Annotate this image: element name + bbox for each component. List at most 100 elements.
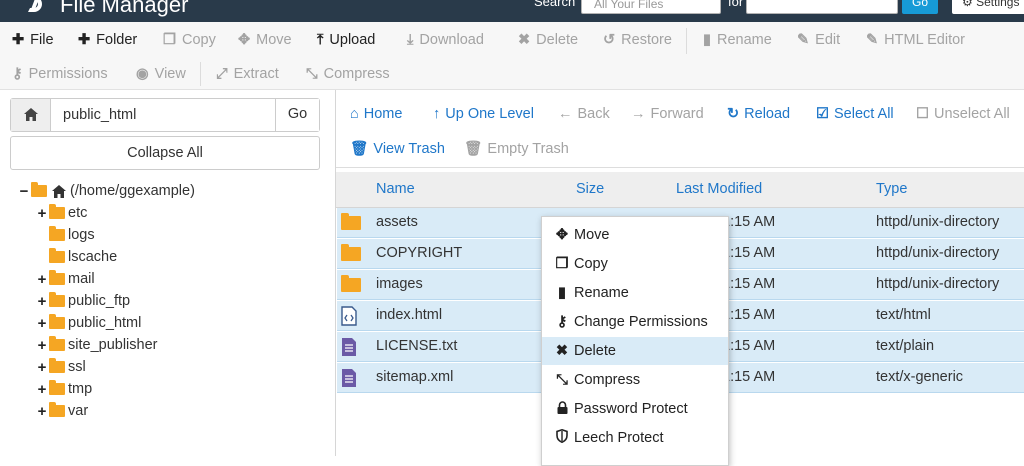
expand-toggle-icon[interactable]: +	[36, 403, 48, 420]
collapse-toggle-icon[interactable]: −	[18, 183, 30, 200]
folder-icon	[49, 226, 65, 241]
new-folder-button[interactable]: ✚ Folder	[78, 22, 137, 58]
tree-item-etc[interactable]: + etc	[36, 202, 87, 224]
context-menu-password-protect[interactable]: Password Protect	[542, 395, 728, 423]
expand-toggle-icon[interactable]: +	[36, 359, 48, 376]
lock-icon	[554, 400, 570, 418]
view-trash-button[interactable]: 🗑︎ View Trash	[350, 140, 445, 158]
copy-button[interactable]: ❐ Copy	[163, 22, 216, 58]
context-menu-label: Leech Protect	[574, 430, 664, 446]
expand-toggle-icon[interactable]: +	[36, 205, 48, 222]
nav-up-one-level-button[interactable]: ↑ Up One Level	[433, 106, 534, 122]
context-menu-copy[interactable]: ❐ Copy	[542, 250, 728, 278]
tree-item-public-html[interactable]: + public_html	[36, 312, 141, 334]
context-menu-label: Move	[574, 227, 610, 243]
settings-button[interactable]: ⚙ Settings	[952, 0, 1024, 14]
extract-label: Extract	[233, 65, 279, 82]
file-type: text/x-generic	[876, 369, 964, 385]
context-menu-move[interactable]: ✥ Move	[542, 221, 728, 249]
restore-button[interactable]: ↺ Restore	[603, 22, 672, 58]
key-icon: ⚷	[12, 65, 23, 82]
permissions-button[interactable]: ⚷ Permissions	[12, 58, 108, 89]
settings-label: Settings	[976, 0, 1020, 9]
upload-button[interactable]: ⤒ Upload	[317, 22, 375, 58]
nav-back-button[interactable]: ← Back	[558, 106, 610, 122]
download-button[interactable]: ⤓ Download	[407, 22, 484, 58]
extract-button[interactable]: ⤢ Extract	[216, 58, 279, 89]
tree-root[interactable]: − (/home/ggexample)	[18, 180, 195, 202]
expand-toggle-icon[interactable]: +	[36, 315, 48, 332]
context-menu-compress[interactable]: ⤡ Compress	[542, 366, 728, 394]
cpanel-logo-icon	[22, 0, 42, 12]
expand-toggle-icon[interactable]: +	[36, 337, 48, 354]
rename-button[interactable]: ▮ Rename	[703, 22, 772, 58]
file-table-header: Name Size Last Modified Type	[336, 172, 1024, 208]
path-go-button[interactable]: Go	[275, 99, 319, 131]
file-type: httpd/unix-directory	[876, 214, 1000, 230]
view-button[interactable]: ◉ View	[136, 58, 186, 89]
folder-icon	[49, 380, 65, 395]
context-menu-change-permissions[interactable]: ⚷ Change Permissions	[542, 308, 728, 336]
folder-icon	[49, 204, 65, 219]
search-label: Search	[534, 0, 576, 9]
home-path-button[interactable]	[11, 99, 51, 131]
nav-reload-button[interactable]: ↻ Reload	[727, 106, 790, 122]
collapse-all-button[interactable]: Collapse All	[10, 136, 320, 170]
text-file-icon	[342, 369, 356, 387]
compress-button[interactable]: ⤡ Compress	[306, 58, 390, 89]
nav-home-button[interactable]: ⌂ Home	[350, 106, 402, 122]
tree-item-var[interactable]: + var	[36, 400, 88, 422]
tree-item-logs[interactable]: logs	[48, 224, 95, 246]
tree-item-label: lscache	[68, 249, 118, 265]
tree-item-lscache[interactable]: lscache	[48, 246, 117, 268]
page-title: File Manager	[60, 0, 189, 17]
expand-toggle-icon[interactable]: +	[36, 381, 48, 398]
search-go-button[interactable]: Go	[902, 0, 938, 14]
file-type: text/html	[876, 307, 931, 323]
file-icon: ▮	[703, 32, 711, 48]
edit-button[interactable]: ✎ Edit	[797, 22, 840, 58]
copy-icon: ❐	[555, 256, 569, 272]
tree-item-ssl[interactable]: + ssl	[36, 356, 86, 378]
plus-icon: ✚	[78, 32, 91, 48]
tree-item-site-publisher[interactable]: + site_publisher	[36, 334, 157, 356]
tree-item-mail[interactable]: + mail	[36, 268, 95, 290]
reload-icon: ↻	[727, 106, 740, 122]
unselect-all-button[interactable]: ☐ Unselect All	[916, 106, 1010, 122]
upload-icon: ⤒	[317, 32, 324, 48]
empty-trash-button[interactable]: 🗑︎ Empty Trash	[464, 140, 569, 158]
move-button[interactable]: ✥ Move	[238, 22, 292, 58]
home-icon	[24, 108, 38, 121]
move-label: Move	[256, 32, 292, 48]
delete-button[interactable]: ✖ Delete	[518, 22, 578, 58]
expand-toggle-icon[interactable]: +	[36, 293, 48, 310]
folder-icon	[341, 213, 361, 230]
file-type: text/plain	[876, 338, 935, 354]
path-input[interactable]: public_html	[63, 107, 136, 123]
tree-root-label: (/home/ggexample)	[70, 183, 195, 199]
new-file-button[interactable]: ✚ File	[12, 22, 54, 58]
context-menu-delete[interactable]: ✖ Delete	[542, 337, 728, 365]
tree-item-public-ftp[interactable]: + public_ftp	[36, 290, 130, 312]
context-menu-leech-protect[interactable]: Leech Protect	[542, 424, 728, 452]
permissions-label: Permissions	[28, 65, 108, 82]
column-header-last-modified[interactable]: Last Modified	[676, 181, 762, 197]
search-scope-select[interactable]: All Your Files	[581, 0, 721, 14]
column-header-name[interactable]: Name	[376, 181, 415, 197]
search-input[interactable]	[746, 0, 898, 14]
column-header-type[interactable]: Type	[876, 181, 907, 197]
file-modified: 1:15 AM	[722, 307, 776, 323]
empty-trash-label: Empty Trash	[487, 140, 569, 157]
html-editor-button[interactable]: ✎ HTML Editor	[866, 22, 965, 58]
up-arrow-icon: ↑	[433, 106, 441, 122]
column-header-size[interactable]: Size	[576, 181, 604, 197]
eye-icon: ◉	[136, 65, 149, 82]
nav-forward-button[interactable]: → Forward	[631, 106, 704, 122]
left-arrow-icon: ←	[558, 106, 573, 122]
expand-toggle-icon[interactable]: +	[36, 271, 48, 288]
folder-icon	[49, 248, 65, 263]
file-modified: 1:15 AM	[722, 369, 776, 385]
select-all-button[interactable]: ☑ Select All	[816, 106, 894, 122]
tree-item-tmp[interactable]: + tmp	[36, 378, 92, 400]
context-menu-rename[interactable]: ▮ Rename	[542, 279, 728, 307]
